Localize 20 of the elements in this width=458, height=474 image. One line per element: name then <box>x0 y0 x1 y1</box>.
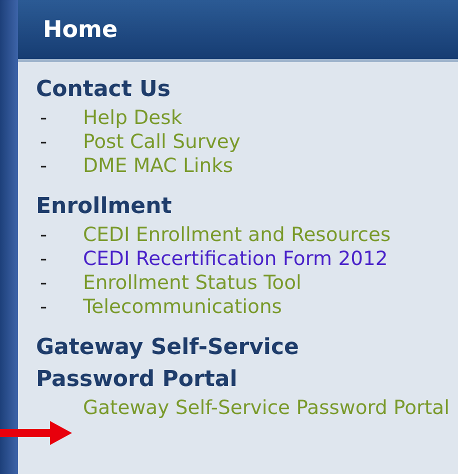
dash: - <box>39 154 48 178</box>
nav-link[interactable]: Enrollment Status Tool <box>83 271 302 295</box>
nav-link[interactable]: CEDI Recertification Form 2012 <box>83 247 388 271</box>
dash: - <box>39 106 48 130</box>
nav-link[interactable]: CEDI Enrollment and Resources <box>83 223 391 247</box>
dash: - <box>39 223 48 247</box>
dash: - <box>39 247 48 271</box>
nav-link[interactable]: DME MAC Links <box>83 154 234 178</box>
dash: - <box>39 271 48 295</box>
page-title: Home <box>43 16 118 42</box>
dash: - <box>39 130 48 154</box>
section-heading: Gateway Self-Service Password Portal <box>36 334 300 394</box>
nav-link[interactable]: Post Call Survey <box>83 130 240 154</box>
nav-link[interactable]: Gateway Self-Service Password Portal <box>83 396 453 420</box>
nav-link[interactable]: Telecommunications <box>83 295 282 319</box>
section-heading: Enrollment <box>36 193 173 221</box>
section-heading: Contact Us <box>36 76 172 104</box>
dash: - <box>39 295 48 319</box>
arrow-icon <box>0 420 72 446</box>
nav-link[interactable]: Help Desk <box>83 106 182 130</box>
